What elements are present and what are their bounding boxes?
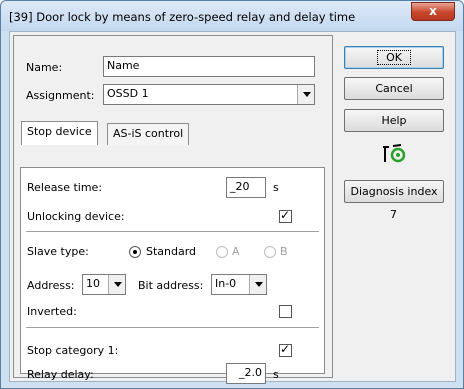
dialog-client: Name: Name Assignment: OSSD 1 Stop devic… — [9, 31, 456, 384]
relay-delay-input[interactable]: _2.0 — [226, 363, 266, 384]
stop-category-label: Stop category 1: — [27, 344, 119, 357]
bit-address-label: Bit address: — [138, 279, 204, 292]
address-label: Address: — [27, 279, 75, 292]
tab-asis-control-label: AS-iS control — [113, 127, 184, 140]
release-time-input[interactable]: _20 — [226, 177, 266, 198]
radio-a[interactable] — [216, 246, 228, 258]
radio-b-label: B — [280, 245, 288, 258]
tab-stop-device[interactable]: Stop device — [21, 121, 98, 145]
ok-button-label: OK — [377, 50, 411, 65]
name-input[interactable]: Name — [103, 56, 315, 77]
release-time-value: 20 — [235, 180, 250, 193]
relay-delay-unit: s — [273, 368, 279, 381]
cancel-button[interactable]: Cancel — [344, 77, 444, 100]
release-time-unit: s — [273, 181, 279, 194]
address-value: 10 — [86, 277, 100, 290]
inverted-checkbox[interactable] — [279, 305, 292, 318]
assignment-select[interactable]: OSSD 1 — [103, 84, 315, 105]
bit-address-value: In-0 — [215, 277, 237, 290]
dialog-window: [39] Door lock by means of zero-speed re… — [0, 0, 464, 389]
help-button-label: Help — [381, 114, 407, 127]
diagnosis-index-value: 7 — [390, 208, 397, 221]
divider — [26, 231, 319, 233]
window-title: [39] Door lock by means of zero-speed re… — [9, 10, 356, 24]
relay-delay-value: 2.0 — [244, 366, 263, 379]
assignment-label: Assignment: — [26, 89, 95, 102]
radio-b[interactable] — [264, 246, 276, 258]
relay-delay-label: Relay delay: — [27, 368, 94, 381]
assignment-value: OSSD 1 — [107, 87, 149, 100]
radio-a-label: A — [232, 245, 240, 258]
unlocking-label: Unlocking device: — [27, 210, 125, 223]
tab-asis-control[interactable]: AS-iS control — [107, 123, 190, 145]
release-time-label: Release time: — [27, 181, 103, 194]
close-button[interactable]: x — [411, 2, 455, 21]
stop-category-checkbox[interactable] — [279, 342, 292, 357]
cancel-button-label: Cancel — [375, 82, 413, 95]
chevron-down-icon[interactable] — [249, 275, 266, 294]
help-button[interactable]: Help — [344, 109, 444, 132]
slave-type-label: Slave type: — [27, 245, 89, 258]
divider — [26, 327, 319, 329]
name-label: Name: — [26, 61, 63, 74]
chevron-down-icon[interactable] — [297, 85, 314, 104]
address-select[interactable]: 10 — [82, 274, 126, 295]
diagnosis-index-label: Diagnosis index — [350, 185, 438, 198]
inverted-label: Inverted: — [27, 305, 77, 318]
zero-speed-relay-icon — [381, 142, 407, 164]
chevron-down-icon[interactable] — [108, 275, 125, 294]
radio-standard-label: Standard — [146, 245, 197, 258]
diagnosis-index-button[interactable]: Diagnosis index — [344, 180, 444, 203]
title-bar[interactable]: [39] Door lock by means of zero-speed re… — [1, 1, 463, 31]
unlocking-checkbox[interactable] — [279, 208, 292, 223]
bit-address-select[interactable]: In-0 — [211, 274, 267, 295]
radio-standard[interactable] — [129, 246, 141, 258]
tab-stop-device-label: Stop device — [27, 125, 92, 138]
close-icon: x — [429, 4, 437, 18]
stop-device-panel: Release time: _20 s Unlocking device: Sl… — [20, 167, 325, 384]
ok-button[interactable]: OK — [344, 46, 444, 69]
